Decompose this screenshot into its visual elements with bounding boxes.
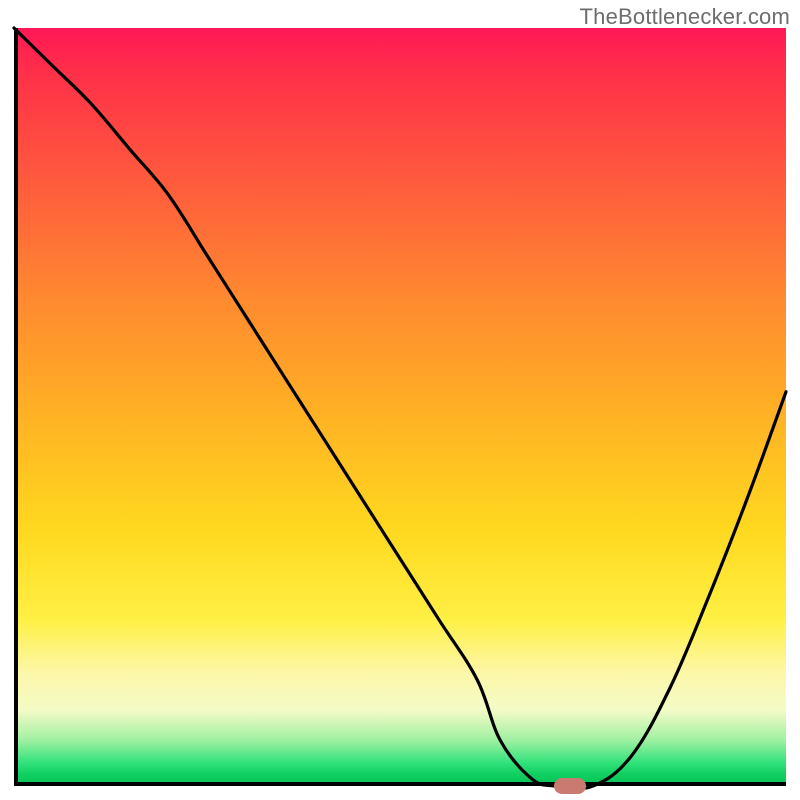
curve-layer [14, 28, 786, 786]
bottleneck-chart: TheBottlenecker.com [0, 0, 800, 800]
plot-area [14, 28, 786, 786]
attribution-label: TheBottlenecker.com [580, 4, 790, 30]
bottleneck-curve-path [14, 28, 786, 789]
optimal-point-marker [554, 778, 586, 794]
